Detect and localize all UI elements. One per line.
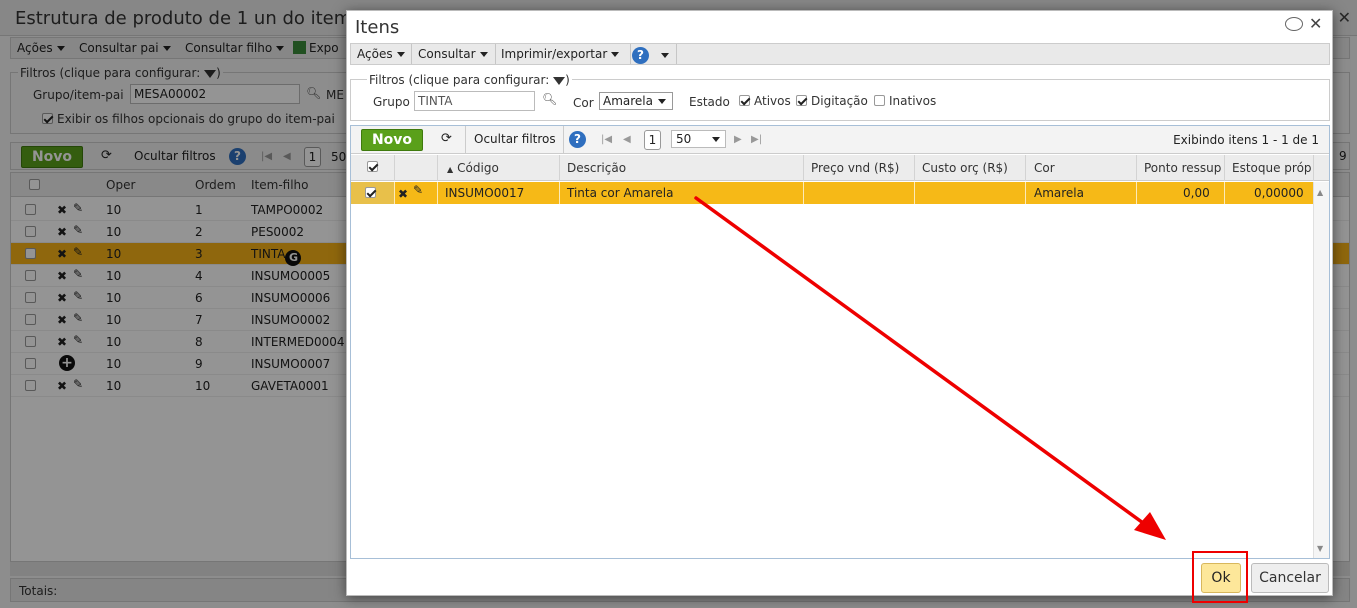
chat-icon[interactable]: [1285, 17, 1303, 31]
chevron-down-icon: [396, 52, 405, 57]
row-checkbox[interactable]: [365, 186, 380, 200]
filters-legend[interactable]: Filtros (clique para configurar: ): [367, 73, 572, 87]
close-icon[interactable]: ✕: [1309, 14, 1322, 33]
ok-button-highlight: [1192, 551, 1248, 603]
table-row-selected[interactable]: ✖ ✎ INSUMO0017 Tinta cor Amarela Amarela…: [351, 182, 1313, 204]
ocultar-filtros-button[interactable]: Ocultar filtros: [474, 132, 556, 146]
prev-page-icon[interactable]: ◀: [623, 134, 631, 145]
cancelar-button[interactable]: Cancelar: [1251, 563, 1329, 593]
cor-label: Cor: [573, 96, 594, 110]
help-icon[interactable]: ?: [569, 131, 586, 148]
dialog-title: Itens: [355, 17, 400, 38]
novo-button[interactable]: Novo: [361, 129, 423, 151]
cell-descricao: Tinta cor Amarela: [567, 186, 674, 200]
search-icon[interactable]: 🔍︎: [542, 92, 557, 106]
estado-label: Estado: [689, 95, 730, 109]
chevron-down-icon: [611, 52, 620, 57]
grupo-label: Grupo: [373, 95, 410, 109]
inativos-checkbox[interactable]: Inativos: [874, 94, 936, 108]
itens-grid: Novo ⟳ Ocultar filtros ? |◀ ◀ 1 50 ▶ ▶| …: [350, 125, 1330, 559]
dialog-toolbar: Ações Consultar Imprimir/exportar ?: [350, 43, 1330, 65]
next-page-icon[interactable]: ▶: [734, 134, 742, 145]
cor-select[interactable]: Amarela: [599, 92, 673, 110]
col-ponto-ressup[interactable]: Ponto ressup: [1144, 161, 1221, 175]
pencil-icon[interactable]: ✎: [413, 183, 423, 197]
help-menu-dropdown[interactable]: [657, 48, 669, 62]
col-preco-vnd[interactable]: Preço vnd (R$): [811, 161, 899, 175]
sort-asc-icon: ▲: [447, 165, 454, 174]
chevron-down-icon: [661, 53, 669, 58]
chevron-down-icon: [712, 137, 720, 142]
ativos-checkbox[interactable]: Ativos: [739, 94, 791, 108]
first-page-icon[interactable]: |◀: [601, 134, 612, 145]
page-number-input[interactable]: 1: [644, 130, 661, 150]
page-size-select[interactable]: 50: [671, 130, 726, 148]
acoes-menu[interactable]: Ações: [357, 47, 405, 61]
imprimir-exportar-menu[interactable]: Imprimir/exportar: [501, 47, 620, 61]
scroll-down-icon[interactable]: ▼: [1317, 544, 1323, 553]
cell-codigo: INSUMO0017: [445, 186, 525, 200]
consultar-menu[interactable]: Consultar: [418, 47, 488, 61]
cell-cor: Amarela: [1034, 186, 1084, 200]
col-custo-orc[interactable]: Custo orç (R$): [922, 161, 1008, 175]
last-page-icon[interactable]: ▶|: [751, 134, 762, 145]
header-select-all-checkbox[interactable]: [367, 160, 382, 174]
refresh-icon[interactable]: ⟳: [441, 131, 452, 146]
cell-estoque-prop: 0,00000: [1254, 186, 1304, 200]
cell-ponto-ressup: 0,00: [1183, 186, 1210, 200]
chevron-down-icon: [658, 99, 666, 104]
delete-icon[interactable]: ✖: [398, 187, 408, 201]
record-count: Exibindo itens 1 - 1 de 1: [1173, 133, 1319, 147]
col-cor[interactable]: Cor: [1034, 161, 1055, 175]
col-codigo[interactable]: ▲ Código: [447, 161, 499, 175]
chevron-down-icon: [479, 52, 488, 57]
digitacao-checkbox[interactable]: Digitação: [796, 94, 868, 108]
col-descricao[interactable]: Descrição: [567, 161, 626, 175]
help-icon[interactable]: ?: [632, 47, 649, 64]
vertical-scrollbar[interactable]: ▲ ▼: [1313, 182, 1329, 558]
grid-toolbar: Novo ⟳ Ocultar filtros ? |◀ ◀ 1 50 ▶ ▶| …: [351, 126, 1329, 154]
grid-header: ▲ Código Descrição Preço vnd (R$) Custo o…: [351, 155, 1329, 181]
col-estoque-prop[interactable]: Estoque próp: [1232, 161, 1312, 175]
grupo-input[interactable]: TINTA: [414, 91, 535, 111]
scroll-up-icon[interactable]: ▲: [1317, 188, 1323, 197]
filter-icon: [553, 77, 566, 85]
itens-dialog: Itens ✕ Ações Consultar Imprimir/exporta…: [346, 10, 1333, 603]
